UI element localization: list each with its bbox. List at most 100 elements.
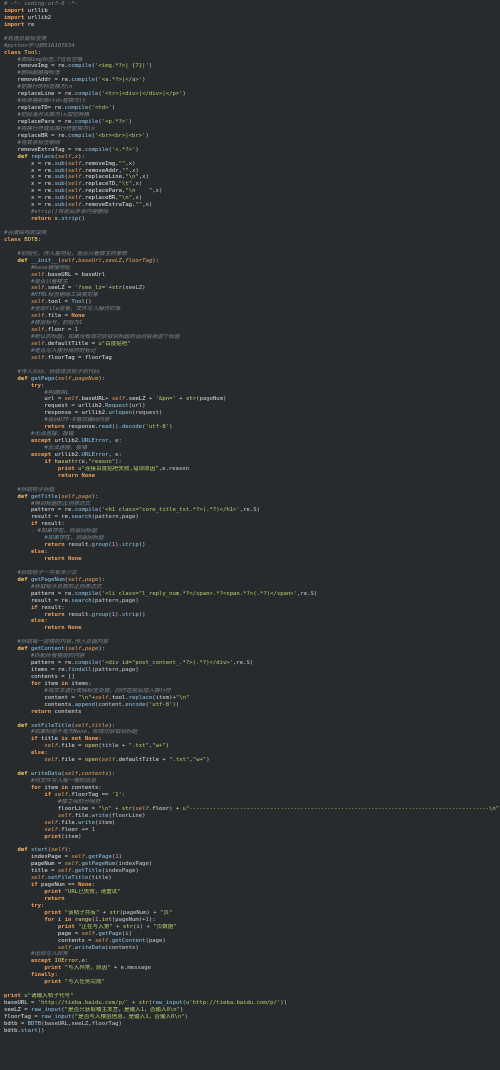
code-line[interactable]: #base链接地址 [0, 265, 500, 272]
code-line[interactable]: floorLine = "\n" + str(self.floor) + u"-… [0, 806, 500, 813]
code-line[interactable]: self.file.write(item) [0, 820, 500, 827]
code-line[interactable]: #返回UTF-8格式编码内容 [0, 417, 500, 424]
code-line[interactable]: self.baseURL = baseUrl [0, 272, 500, 279]
code-line[interactable]: import urllib [0, 8, 500, 15]
code-line[interactable]: #python学习群516107834 [0, 43, 500, 50]
code-line[interactable] [0, 244, 500, 251]
code-line[interactable]: self.floor += 1 [0, 827, 500, 834]
code-line[interactable]: #全局file变量，文件写入操作对象 [0, 306, 500, 313]
code-line[interactable]: pattern = re.compile('<li class="l_reply… [0, 591, 500, 598]
code-line[interactable]: except urllib2.URLError, e: [0, 438, 500, 445]
code-line[interactable]: #得到标题的正则表达式 [0, 501, 500, 508]
code-line[interactable]: #获取帖子一共有多少页 [0, 570, 500, 577]
code-line[interactable]: def getPage(self,pageNum): [0, 376, 500, 383]
code-line[interactable]: #把换行的标签换为\n [0, 84, 500, 91]
code-line[interactable]: #将换行符或双换行符替换为\n [0, 126, 500, 133]
code-editor[interactable]: # -*- coding:utf-8 -*- import urllib impor… [0, 0, 500, 1070]
code-line[interactable] [0, 223, 500, 230]
code-line[interactable]: print(item) [0, 834, 500, 841]
code-line[interactable]: self.setFileTitle(title) [0, 875, 500, 882]
code-line[interactable]: print "正在写入第" + str(i) + "页数据" [0, 924, 500, 931]
code-line[interactable]: if pageNum == None: [0, 882, 500, 889]
code-line[interactable]: return [0, 896, 500, 903]
code-line[interactable]: self.file = open(self.defaultTitle + ".t… [0, 757, 500, 764]
code-line[interactable]: x = re.sub(self.replaceBR,"\n",x) [0, 195, 500, 202]
code-line[interactable]: def replace(self,x): [0, 154, 500, 161]
code-line[interactable]: #匹配所有楼层的内容 [0, 653, 500, 660]
code-line[interactable]: pageNum = self.getPageNum(indexPage) [0, 861, 500, 868]
code-line[interactable]: . #如果存在，则返回标题 [0, 528, 500, 535]
code-line[interactable]: # -*- coding:utf-8 -*- [0, 1, 500, 8]
code-line[interactable]: #出现写入异常 [0, 951, 500, 958]
code-line[interactable]: title = self.getTitle(indexPage) [0, 868, 500, 875]
code-line[interactable]: for i in range(1,int(pageNum)+1): [0, 917, 500, 924]
code-line[interactable]: replaceLine = re.compile('<tr>|<div>|</d… [0, 91, 500, 98]
code-line[interactable]: def getContent(self,page): [0, 646, 500, 653]
code-line[interactable] [0, 29, 500, 36]
code-line[interactable]: #默认的标题，如果没有成功获取到标题的话则会用这个标题 [0, 334, 500, 341]
code-line[interactable]: x = re.sub(self.replaceLine,"\n",x) [0, 174, 500, 181]
code-line[interactable]: #构建URL [0, 390, 500, 397]
code-line[interactable]: self.floor = 1 [0, 327, 500, 334]
code-line[interactable]: for item in items: [0, 681, 500, 688]
code-line[interactable]: return result.group(1).strip() [0, 542, 500, 549]
code-line[interactable]: request = urllib2.Request(url) [0, 403, 500, 410]
code-line[interactable] [0, 986, 500, 993]
code-line[interactable]: removeAddr = re.compile('<a.*?>|</a>') [0, 77, 500, 84]
code-line[interactable]: #传入页码，获取该页帖子的代码 [0, 369, 500, 376]
code-line[interactable] [0, 632, 500, 639]
code-line[interactable]: x = re.sub(self.replaceTD,"\t",x) [0, 181, 500, 188]
code-line[interactable]: #将文本进行去除标签处理，同时在前后加入换行符 [0, 688, 500, 695]
code-line[interactable]: import urllib2 [0, 15, 500, 22]
code-line[interactable]: #百度贴吧爬虫类 [0, 230, 500, 237]
code-line[interactable]: #将表格制表<td>替换为\t [0, 98, 500, 105]
code-line[interactable]: return x.strip() [0, 216, 500, 223]
code-line[interactable]: self.defaultTitle = u"百度贴吧" [0, 341, 500, 348]
code-line[interactable]: pattern = re.compile('<div id="post_cont… [0, 660, 500, 667]
code-line[interactable]: if result: [0, 605, 500, 612]
code-line[interactable]: except urllib2.URLError, e: [0, 452, 500, 459]
code-line[interactable]: print u"请输入帖子代号" [0, 993, 500, 1000]
code-line[interactable]: contents.append(content.encode('utf-8')) [0, 702, 500, 709]
code-line[interactable]: x = re.sub(self.removeImg,"",x) [0, 161, 500, 168]
code-line[interactable]: content = "\n"+self.tool.replace(item)+"… [0, 695, 500, 702]
code-line[interactable]: indexPage = self.getPage(1) [0, 854, 500, 861]
code-line[interactable]: seeLZ = raw_input("是否只获取楼主发言，是输入1，否输入0\n… [0, 1007, 500, 1014]
code-line[interactable]: self.file = open(title + ".txt","w+") [0, 743, 500, 750]
code-line[interactable]: self.file = None [0, 313, 500, 320]
code-line[interactable]: replaceBR = re.compile('<br><br>|<br>') [0, 133, 500, 140]
code-line[interactable]: def getPageNum(self,page): [0, 577, 500, 584]
code-line[interactable]: self.floorTag = floorTag [0, 355, 500, 362]
code-line[interactable]: if title is not None: [0, 736, 500, 743]
code-line[interactable]: #如果存在，则返回标题 [0, 535, 500, 542]
code-line[interactable]: return contents [0, 709, 500, 716]
code-line[interactable]: print "URL已失效，请重试" [0, 889, 500, 896]
code-line[interactable]: print "写入任务完成" [0, 979, 500, 986]
code-line[interactable]: #获取帖子标题 [0, 487, 500, 494]
code-line[interactable]: if self.floorTag == '1': [0, 792, 500, 799]
code-line[interactable]: print "该帖子共有" + str(pageNum) + "页" [0, 910, 500, 917]
code-line[interactable]: try: [0, 383, 500, 390]
code-line[interactable]: bdtb = BDTB(baseURL,seeLZ,floorTag) [0, 1021, 500, 1028]
code-line[interactable]: #把段落开头换为\n加空两格 [0, 112, 500, 119]
code-line[interactable]: #初始化，传入基地址，是否只看楼主的参数 [0, 251, 500, 258]
code-line[interactable] [0, 480, 500, 487]
code-line[interactable]: contents = [] [0, 674, 500, 681]
code-line[interactable]: else: [0, 549, 500, 556]
code-line[interactable]: class Tool: [0, 50, 500, 57]
code-line[interactable]: self.tool = Tool() [0, 299, 500, 306]
code-line[interactable]: return None [0, 556, 500, 563]
code-line[interactable]: page = self.getPage(i) [0, 931, 500, 938]
code-line[interactable]: if hasattr(e,"reason"): [0, 459, 500, 466]
code-line[interactable]: #strip()将前后多余内容删除 [0, 209, 500, 216]
code-line[interactable]: return None [0, 625, 500, 632]
code-line[interactable]: x = re.sub(self.replacePara,"\n ",x) [0, 188, 500, 195]
code-line[interactable]: def getTitle(self,page): [0, 494, 500, 501]
code-line[interactable]: def start(self): [0, 847, 500, 854]
code-line[interactable]: #将其余标签剔除 [0, 140, 500, 147]
code-line[interactable]: class BDTB: [0, 237, 500, 244]
code-line[interactable] [0, 840, 500, 847]
code-line[interactable]: items = re.findall(pattern,page) [0, 667, 500, 674]
code-line[interactable]: #删除超链接标签 [0, 70, 500, 77]
code-line[interactable]: def setFileTitle(self,title): [0, 723, 500, 730]
